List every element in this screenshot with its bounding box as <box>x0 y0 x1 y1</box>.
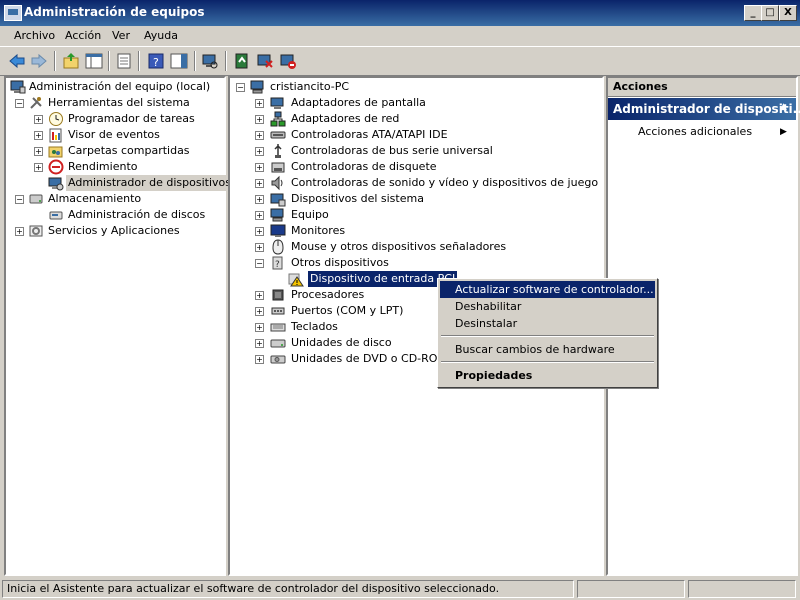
usb-icon <box>270 143 286 159</box>
menu-accion[interactable]: Acción <box>65 29 101 42</box>
status-bar: Inicia el Asistente para actualizar el s… <box>0 578 800 600</box>
expand-toggle[interactable]: + <box>255 211 264 220</box>
status-panel <box>577 580 685 598</box>
expand-toggle[interactable]: + <box>34 147 43 156</box>
collapse-toggle[interactable]: − <box>236 83 245 92</box>
menu-properties[interactable]: Propiedades <box>440 367 655 384</box>
menu-ayuda[interactable]: Ayuda <box>144 29 178 42</box>
warning-icon <box>288 271 304 287</box>
window-title: Administración de equipos <box>24 5 205 19</box>
menu-update-driver[interactable]: Actualizar software de controlador... <box>440 281 655 298</box>
minimize-button[interactable]: _ <box>744 5 762 21</box>
ide-controller-icon <box>270 127 286 143</box>
services-icon <box>28 223 44 239</box>
network-adapter-icon <box>270 111 286 127</box>
status-panel <box>688 580 796 598</box>
app-icon <box>4 5 22 21</box>
monitor-icon <box>270 223 286 239</box>
collapse-toggle[interactable]: − <box>255 259 264 268</box>
menu-separator <box>441 335 654 337</box>
shared-folder-icon <box>48 143 64 159</box>
device-manager-icon <box>48 175 64 191</box>
expand-toggle[interactable]: + <box>255 323 264 332</box>
update-driver-icon[interactable] <box>233 52 251 70</box>
expand-toggle[interactable]: + <box>255 243 264 252</box>
menu-archivo[interactable]: Archivo <box>14 29 55 42</box>
uninstall-icon[interactable] <box>256 52 274 70</box>
disk-management-icon <box>48 207 64 223</box>
performance-icon <box>48 159 64 175</box>
expand-toggle[interactable]: + <box>255 179 264 188</box>
computer-icon <box>270 207 286 223</box>
expand-toggle[interactable]: + <box>255 195 264 204</box>
properties-icon[interactable] <box>115 52 133 70</box>
dvd-drive-icon <box>270 351 286 367</box>
title-bar[interactable]: Administración de equipos _ □ X <box>0 0 800 26</box>
expand-toggle[interactable]: + <box>255 355 264 364</box>
unknown-device-icon: ? <box>270 255 286 271</box>
collapse-toggle[interactable]: − <box>15 195 24 204</box>
expand-toggle[interactable]: + <box>255 163 264 172</box>
action-pane-icon[interactable] <box>170 52 188 70</box>
disk-drive-icon <box>270 335 286 351</box>
menu-bar: Archivo Acción Ver Ayuda <box>0 26 800 46</box>
menu-ver[interactable]: Ver <box>112 29 130 42</box>
expand-toggle[interactable]: + <box>255 99 264 108</box>
port-icon <box>270 303 286 319</box>
expand-toggle[interactable]: + <box>255 115 264 124</box>
expand-toggle[interactable]: + <box>255 147 264 156</box>
storage-icon <box>28 191 44 207</box>
menu-uninstall[interactable]: Desinstalar <box>440 315 655 332</box>
context-menu: Actualizar software de controlador... De… <box>437 278 658 388</box>
expand-toggle[interactable]: + <box>34 163 43 172</box>
actions-section-header[interactable]: Administrador de dispositi... ▲ <box>608 98 800 120</box>
tools-icon <box>28 95 44 111</box>
keyboard-icon <box>270 319 286 335</box>
clock-icon <box>48 111 64 127</box>
computer-management-icon <box>10 79 26 95</box>
menu-separator <box>441 361 654 363</box>
expand-toggle[interactable]: + <box>255 339 264 348</box>
menu-scan-hardware[interactable]: Buscar cambios de hardware <box>440 341 655 358</box>
show-tree-icon[interactable] <box>85 52 103 70</box>
display-adapter-icon <box>270 95 286 111</box>
expand-toggle[interactable]: + <box>34 131 43 140</box>
expand-toggle[interactable]: + <box>255 227 264 236</box>
event-viewer-icon <box>48 127 64 143</box>
enable-device-icon[interactable] <box>279 52 297 70</box>
more-actions-item[interactable]: Acciones adicionales ▶ <box>638 124 794 140</box>
expand-toggle[interactable]: + <box>255 307 264 316</box>
back-arrow-icon[interactable] <box>8 52 26 70</box>
status-text: Inicia el Asistente para actualizar el s… <box>2 580 574 598</box>
scan-hardware-icon[interactable] <box>201 52 219 70</box>
floppy-controller-icon <box>270 159 286 175</box>
svg-text:?: ? <box>275 260 280 270</box>
expand-toggle[interactable]: + <box>34 115 43 124</box>
help-icon[interactable]: ? <box>147 52 165 70</box>
speaker-icon <box>270 175 286 191</box>
svg-text:?: ? <box>153 56 159 69</box>
mouse-icon <box>270 239 286 255</box>
collapse-section-icon[interactable]: ▲ <box>780 102 787 112</box>
console-tree-pane[interactable]: Administración del equipo (local) − Herr… <box>4 76 234 576</box>
actions-header: Acciones <box>608 78 796 97</box>
menu-disable[interactable]: Deshabilitar <box>440 298 655 315</box>
expand-toggle[interactable]: + <box>255 291 264 300</box>
expand-toggle[interactable]: + <box>255 131 264 140</box>
forward-arrow-icon[interactable] <box>30 52 48 70</box>
system-device-icon <box>270 191 286 207</box>
submenu-arrow-icon: ▶ <box>780 127 787 137</box>
maximize-button[interactable]: □ <box>761 5 779 21</box>
computer-icon <box>250 79 266 95</box>
close-button[interactable]: X <box>779 5 797 21</box>
processor-icon <box>270 287 286 303</box>
toolbar: ? <box>0 46 800 76</box>
expand-toggle[interactable]: + <box>15 227 24 236</box>
collapse-toggle[interactable]: − <box>15 99 24 108</box>
up-folder-icon[interactable] <box>62 52 80 70</box>
